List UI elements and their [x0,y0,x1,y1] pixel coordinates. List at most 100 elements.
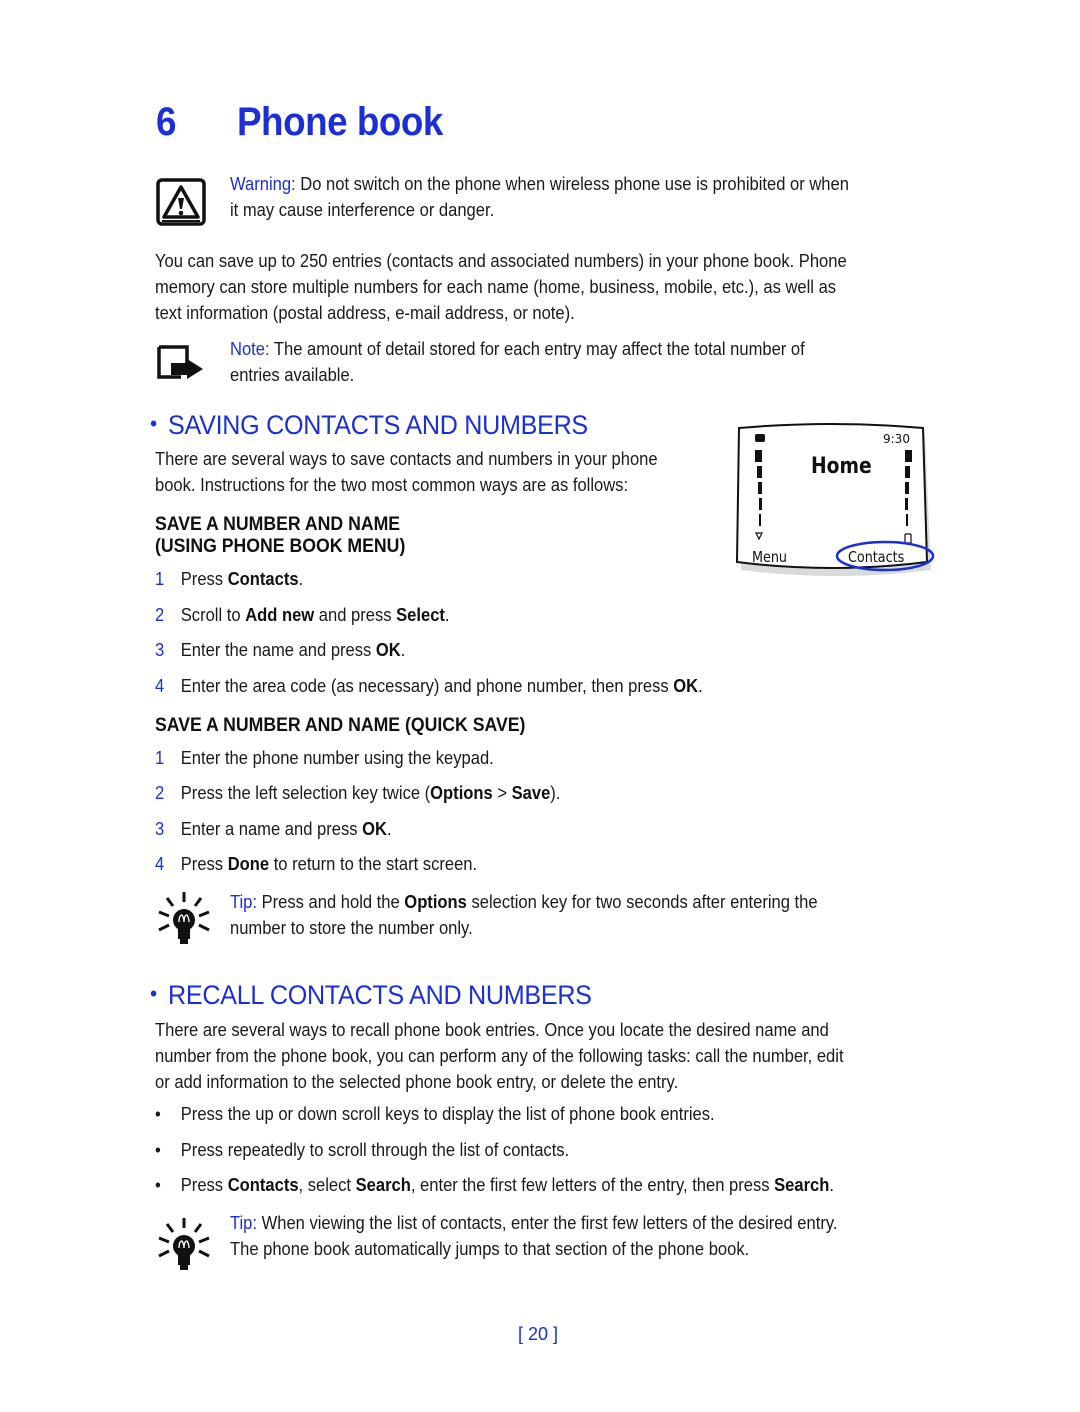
bullet-bold: Search [355,1175,411,1195]
tip-label: Tip: [230,1213,257,1233]
warning-icon [156,178,206,226]
step-number: 3 [155,640,165,660]
intro-paragraph: You can save up to 250 entries (contacts… [155,248,847,326]
bullet-text: , enter the first few letters of the ent… [410,1175,775,1195]
quick-step: 2 Press the left selection key twice (Opt… [155,783,560,804]
phone-home-title: Home [811,454,872,479]
note-text: Note: The amount of detail stored for ea… [230,336,805,388]
note-label: Note: [230,339,270,359]
heading-bullet: • [150,981,157,1006]
chapter-number: 6 [156,100,177,144]
recall-bullet: • Press Contacts, select Search, enter th… [155,1175,834,1196]
note-line-1: The amount of detail stored for each ent… [273,339,805,359]
step-text: . [444,605,450,625]
menu-subheading-line-2: (USING PHONE BOOK MENU) [155,536,406,557]
recall-intro-line-3: or add information to the selected phone… [155,1072,679,1092]
menu-step: 4 Enter the area code (as necessary) and … [155,676,703,697]
step-bold: Options [430,783,493,803]
warning-line-2: it may cause interference or danger. [230,200,495,220]
recall-intro-line-1: There are several ways to recall phone b… [155,1020,829,1040]
tip-text: selection key for two seconds after ente… [466,892,818,912]
step-text: Enter the phone number using the keypad. [180,748,494,768]
step-text: . [698,676,703,696]
menu-subheading-line-1: SAVE A NUMBER AND NAME [155,514,401,535]
saving-intro: There are several ways to save contacts … [155,446,658,498]
tip-lightbulb-icon [158,892,210,944]
step-text: Enter the name and press [180,640,376,660]
step-bold: Done [227,854,270,874]
step-bold: Add new [245,605,315,625]
step-text: Press [180,854,228,874]
bullet-dot: • [155,1140,161,1160]
tip-line-2: number to store the number only. [230,918,473,938]
intro-line-3: text information (postal address, e-mail… [155,303,575,323]
quick-save-subheading: SAVE A NUMBER AND NAME (QUICK SAVE) [155,715,526,736]
bullet-bold: Contacts [227,1175,299,1195]
saving-heading-text: SAVING CONTACTS AND NUMBERS [168,410,588,440]
intro-line-2: memory can store multiple numbers for ea… [155,277,837,297]
intro-line-1: You can save up to 250 entries (contacts… [155,251,847,271]
step-text: . [386,819,392,839]
quick-step: 1 Enter the phone number using the keypad… [155,748,494,769]
note-line-2: entries available. [230,365,355,385]
step-bold: Save [511,783,551,803]
step-bold: OK [673,676,699,696]
quick-step: 3 Enter a name and press OK. [155,819,392,840]
step-text: Enter the area code (as necessary) and p… [180,676,674,696]
tip-text-2: Tip: When viewing the list of contacts, … [230,1210,838,1262]
step-number: 1 [155,569,165,589]
step-text: Enter a name and press [180,819,363,839]
recall-intro: There are several ways to recall phone b… [155,1017,844,1095]
heading-bullet: • [150,411,157,436]
phone-time: 9:30 [883,432,910,446]
step-number: 3 [155,819,165,839]
step-text: > [492,783,512,803]
tip-text-1: Tip: Press and hold the Options selectio… [230,889,818,941]
bullet-bold: Search [774,1175,830,1195]
bullet-text: , select [298,1175,356,1195]
saving-intro-line-1: There are several ways to save contacts … [155,449,658,469]
step-number: 2 [155,605,165,625]
recall-intro-line-2: number from the phone book, you can perf… [155,1046,844,1066]
step-bold: OK [362,819,387,839]
bullet-dot: • [155,1175,161,1195]
tip-lightbulb-icon [158,1218,210,1270]
step-text: Scroll to [180,605,246,625]
tip-line-1: When viewing the list of contacts, enter… [261,1213,838,1233]
bullet-text: . [829,1175,834,1195]
step-text: ). [550,783,561,803]
chapter-title-text: Phone book [236,100,443,144]
bullet-dot: • [155,1104,161,1124]
saving-intro-line-2: book. Instructions for the two most comm… [155,475,629,495]
step-text: and press [314,605,397,625]
bullet-text: Press [180,1175,228,1195]
phone-contacts-softkey: Contacts [848,548,905,566]
step-number: 4 [155,676,165,696]
step-text: . [298,569,304,589]
step-bold: OK [375,640,401,660]
step-number: 4 [155,854,165,874]
recall-heading: • RECALL CONTACTS AND NUMBERS [150,980,592,1011]
warning-text: Warning: Do not switch on the phone when… [230,171,849,223]
phone-screen-illustration: 9:30 Home Menu Contacts [735,422,935,582]
menu-step: 2 Scroll to Add new and press Select. [155,605,450,626]
bullet-text: Press repeatedly to scroll through the l… [180,1140,570,1160]
step-number: 2 [155,783,165,803]
warning-label: Warning: [230,174,296,194]
page-number: [ 20 ] [518,1324,559,1344]
tip-text: Press and hold the [261,892,405,912]
quick-step: 4 Press Done to return to the start scree… [155,854,477,875]
step-number: 1 [155,748,165,768]
step-bold: Select [396,605,445,625]
warning-line-1: Do not switch on the phone when wireless… [300,174,849,194]
menu-step: 1 Press Contacts. [155,569,303,590]
tip-line-2: The phone book automatically jumps to th… [230,1239,750,1259]
saving-heading: • SAVING CONTACTS AND NUMBERS [150,410,588,441]
phone-menu-softkey: Menu [752,548,788,566]
tip-label: Tip: [230,892,257,912]
bullet-text: Press the up or down scroll keys to disp… [180,1104,715,1124]
menu-step: 3 Enter the name and press OK. [155,640,405,661]
note-icon [157,345,203,379]
step-text: to return to the start screen. [269,854,478,874]
step-text: Press the left selection key twice ( [180,783,431,803]
